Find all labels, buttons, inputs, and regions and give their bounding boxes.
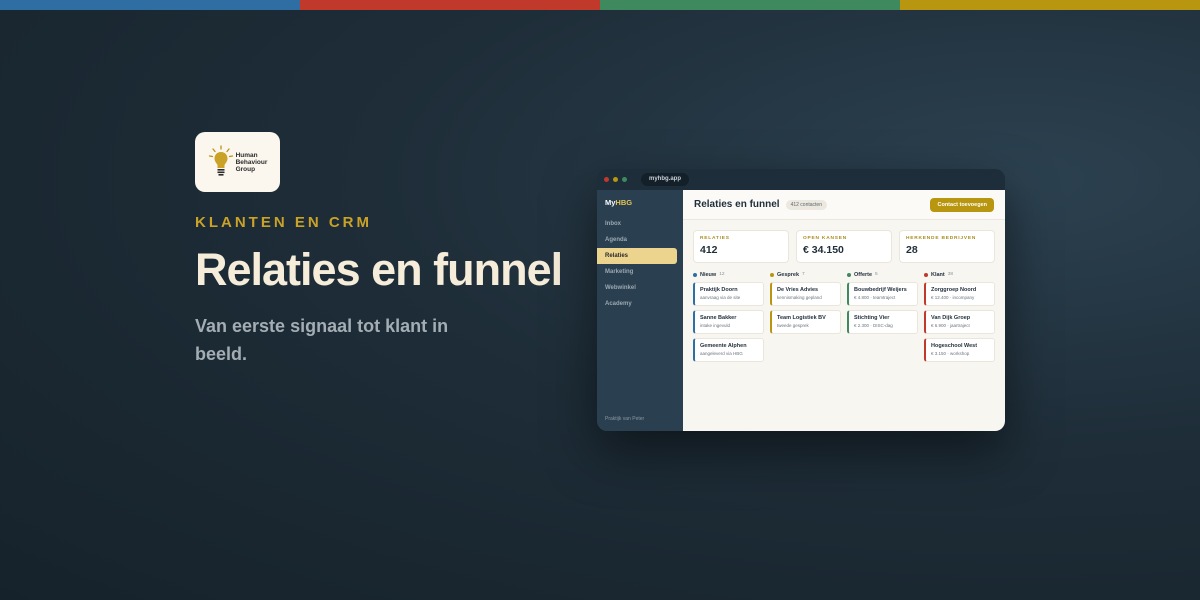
stat-value: 412 [700, 244, 718, 256]
color-bar-gold [900, 0, 1200, 10]
card-title: Zorggroep Noord [931, 287, 977, 293]
sidebar-item-academy: Academy [605, 301, 632, 307]
browser-chrome: myhbg.app [597, 169, 1005, 190]
deal-card: Hogeschool West € 3.150 · workshop [924, 338, 995, 362]
logo-line-2: Behaviour [235, 158, 268, 166]
subheadline: Van eerste signaal tot klant in beeld. [195, 316, 449, 364]
stat-value: 28 [906, 244, 918, 256]
funnel-column-gesprek: Gesprek 7 De Vries Advies kennismaking g… [770, 270, 841, 366]
brand-prefix: My [605, 198, 616, 207]
contacts-count-badge: 412 contacten [785, 199, 827, 210]
deal-card: Bouwbedrijf Weijers € 4.800 · teamtrajec… [847, 282, 918, 306]
stat-card: HERKENDE BEDRIJVEN 28 [899, 230, 995, 263]
brand-color-bar [0, 0, 1200, 10]
card-subtitle: intake ingevuld [700, 323, 731, 328]
stats-row: RELATIES 412 OPEN KANSEN € 34.150 HERKEN… [683, 220, 1005, 263]
app-mockup: myhbg.app MyHBG Inbox Agenda Relaties Ma… [597, 169, 1005, 431]
deal-card: Van Dijk Groep € 6.900 · jaartraject [924, 310, 995, 334]
color-bar-red [300, 0, 600, 10]
window-minimize-dot [613, 177, 618, 182]
lightbulb-icon [208, 145, 233, 176]
deal-card: Praktijk Doorn aanvraag via de site [693, 282, 764, 306]
column-name: Klant [931, 271, 945, 278]
card-title: Bouwbedrijf Weijers [854, 287, 907, 293]
logo: Human Behaviour Group [195, 132, 280, 192]
eyebrow: KLANTEN EN CRM [195, 214, 372, 231]
logo-line-1: Human [235, 151, 258, 159]
deal-card: Team Logistiek BV tweede gesprek [770, 310, 841, 334]
card-title: Hogeschool West [931, 343, 978, 349]
column-name: Offerte [854, 271, 873, 278]
card-subtitle: € 12.400 · incompany [931, 295, 975, 300]
column-status-dot [770, 272, 774, 277]
column-count: 7 [802, 272, 805, 277]
card-subtitle: kennismaking gepland [777, 295, 822, 300]
sidebar-item-agenda: Agenda [605, 237, 628, 243]
card-title: Praktijk Doorn [700, 287, 738, 293]
main-header: Relaties en funnel 412 contacten Contact… [683, 190, 1005, 220]
stat-label: OPEN KANSEN [803, 236, 847, 241]
window-close-dot [604, 177, 609, 182]
column-name: Nieuw [700, 271, 717, 278]
sidebar-footer: Praktijk van Peter [605, 416, 645, 422]
main-panel: Relaties en funnel 412 contacten Contact… [683, 190, 1005, 431]
color-bar-green [600, 0, 900, 10]
column-count: 5 [875, 272, 878, 277]
deal-card: Stichting Vier € 2.300 · DISC-dag [847, 310, 918, 334]
funnel-column-offerte: Offerte 5 Bouwbedrijf Weijers € 4.800 · … [847, 270, 918, 366]
card-title: Gemeente Alphen [700, 343, 747, 349]
column-status-dot [924, 272, 928, 277]
deal-card: De Vries Advies kennismaking gepland [770, 282, 841, 306]
card-subtitle: € 3.150 · workshop [931, 351, 970, 356]
card-title: Stichting Vier [854, 315, 890, 321]
card-title: Sanne Bakker [700, 315, 737, 321]
card-subtitle: aangeleverd via HBG [700, 351, 743, 356]
card-title: Team Logistiek BV [777, 315, 826, 321]
brand-suffix: HBG [615, 198, 633, 207]
deal-card: Sanne Bakker intake ingevuld [693, 310, 764, 334]
page-title: Relaties en funnel [694, 199, 780, 210]
stat-card: OPEN KANSEN € 34.150 [796, 230, 892, 263]
sidebar-item-marketing: Marketing [605, 269, 634, 275]
card-title: De Vries Advies [777, 287, 819, 293]
column-name: Gesprek [777, 271, 800, 278]
card-subtitle: tweede gesprek [777, 323, 809, 328]
headline: Relaties en funnel [195, 244, 563, 295]
funnel-board: Nieuw 12 Praktijk Doorn aanvraag via de … [683, 263, 1005, 366]
add-contact-button: Contact toevoegen [930, 197, 994, 212]
app-brand: MyHBG [597, 198, 683, 207]
deal-card: Zorggroep Noord € 12.400 · incompany [924, 282, 995, 306]
card-subtitle: € 2.300 · DISC-dag [854, 323, 893, 328]
funnel-column-klant: Klant 38 Zorggroep Noord € 12.400 · inco… [924, 270, 995, 366]
sidebar: MyHBG Inbox Agenda Relaties Marketing We… [597, 190, 683, 431]
card-subtitle: € 4.800 · teamtraject [854, 295, 896, 300]
sidebar-item-relaties: Relaties [597, 248, 677, 264]
color-bar-blue [0, 0, 300, 10]
stat-label: RELATIES [700, 236, 730, 241]
card-subtitle: € 6.900 · jaartraject [931, 323, 970, 328]
column-status-dot [847, 272, 851, 277]
deal-card: Gemeente Alphen aangeleverd via HBG [693, 338, 764, 362]
sidebar-item-webwinkel: Webwinkel [605, 285, 636, 291]
stat-card: RELATIES 412 [693, 230, 789, 263]
column-count: 38 [947, 272, 954, 277]
column-status-dot [693, 272, 697, 277]
stat-label: HERKENDE BEDRIJVEN [906, 236, 977, 241]
column-count: 12 [719, 272, 725, 277]
stat-value: € 34.150 [803, 244, 844, 256]
window-maximize-dot [622, 177, 627, 182]
url-bar: myhbg.app [641, 173, 690, 186]
card-title: Van Dijk Groep [931, 315, 971, 321]
funnel-column-nieuw: Nieuw 12 Praktijk Doorn aanvraag via de … [693, 270, 764, 366]
logo-line-3: Group [235, 165, 256, 173]
card-subtitle: aanvraag via de site [700, 295, 741, 300]
sidebar-item-inbox: Inbox [605, 221, 621, 227]
